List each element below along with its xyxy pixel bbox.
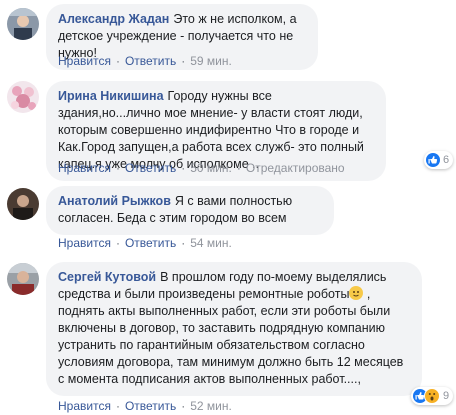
smiley-emoji-icon [349, 286, 364, 300]
separator: · [181, 54, 186, 68]
comment-time[interactable]: 59 мин. [190, 54, 232, 68]
reply-button[interactable]: Ответить [125, 399, 176, 413]
comment-actions: Нравится · Ответить · 54 мин. [58, 236, 232, 250]
separator: · [115, 236, 120, 250]
avatar[interactable] [7, 188, 39, 220]
reaction-count: 9 [443, 390, 450, 402]
reply-button[interactable]: Ответить [125, 54, 176, 68]
like-button[interactable]: Нравится [58, 399, 111, 413]
comment-time[interactable]: 52 мин. [190, 399, 232, 413]
separator: · [115, 161, 120, 175]
comment-bubble: Сергей Кутовой В прошлом году по-моему вы… [46, 262, 422, 396]
comment-actions: Нравится · Ответить · 52 мин. [58, 399, 232, 413]
avatar[interactable] [7, 8, 39, 40]
separator: · [115, 399, 120, 413]
reaction-summary[interactable]: 6 [424, 151, 454, 169]
comment-text: , поднять акты выполненных работ, если э… [58, 287, 404, 386]
comment-author[interactable]: Александр Жадан [58, 12, 169, 26]
separator: · [181, 161, 186, 175]
comment-time[interactable]: 54 мин. [190, 236, 232, 250]
reply-button[interactable]: Ответить [125, 236, 176, 250]
like-button[interactable]: Нравится [58, 236, 111, 250]
avatar[interactable] [7, 81, 39, 113]
reaction-summary[interactable]: 9 [411, 387, 454, 405]
like-button[interactable]: Нравится [58, 161, 111, 175]
like-reaction-icon [426, 153, 440, 167]
avatar[interactable] [7, 263, 39, 295]
separator: · [181, 236, 186, 250]
edited-label[interactable]: Отредактировано [246, 161, 345, 175]
comment-author[interactable]: Сергей Кутовой [58, 270, 156, 284]
reply-button[interactable]: Ответить [125, 161, 176, 175]
comment-actions: Нравится · Ответить · 59 мин. [58, 54, 232, 68]
comment-author[interactable]: Анатолий Рыжков [58, 194, 171, 208]
like-button[interactable]: Нравится [58, 54, 111, 68]
separator: · [115, 54, 120, 68]
reaction-count: 6 [443, 154, 450, 166]
wow-reaction-icon [424, 388, 440, 404]
comment-bubble: Анатолий Рыжков Я с вами полностью соглас… [46, 186, 334, 235]
comment-author[interactable]: Ирина Никишина [58, 89, 164, 103]
separator: · [236, 161, 241, 175]
comment-time[interactable]: 50 мин. [190, 161, 232, 175]
comment-actions: Нравится · Ответить · 50 мин. · Отредактирован… [58, 161, 345, 175]
separator: · [181, 399, 186, 413]
